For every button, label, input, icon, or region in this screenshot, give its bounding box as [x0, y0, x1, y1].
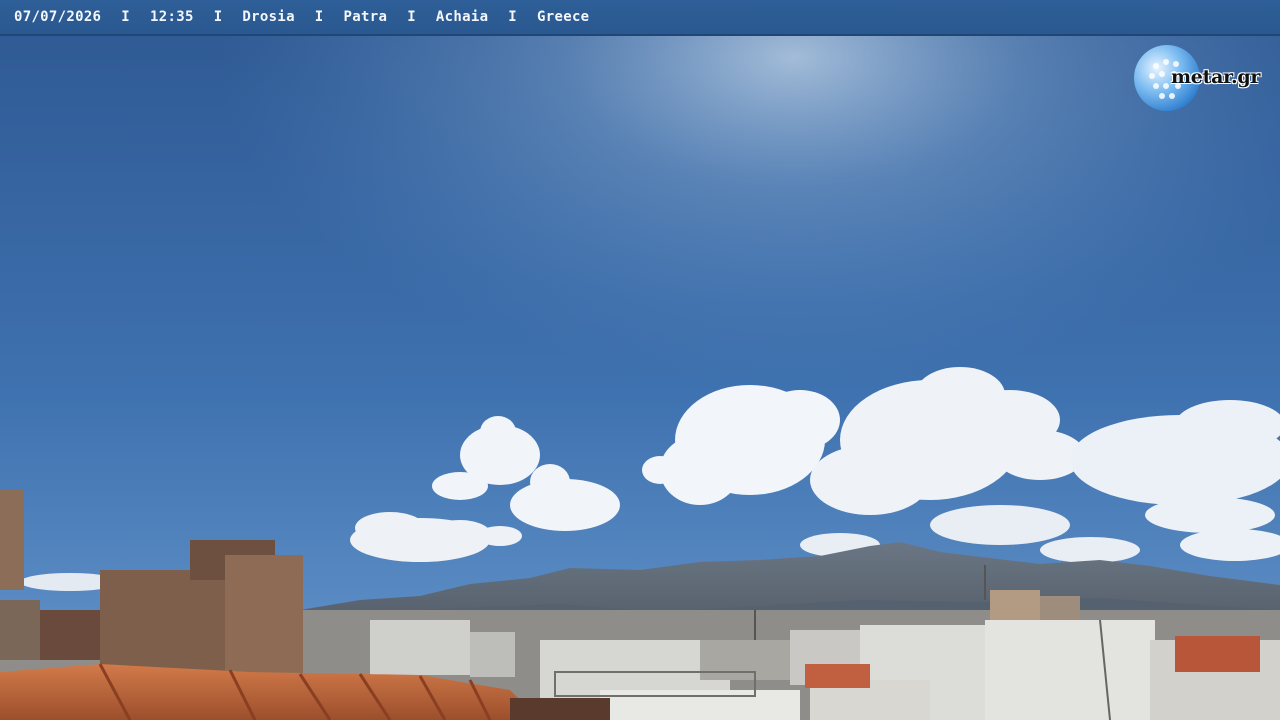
separator: I [314, 9, 324, 25]
time-text: 12:35 [150, 9, 194, 25]
building-block [985, 620, 1155, 720]
building-block [0, 600, 40, 660]
webcam-info-bar: 07/07/2026 I 12:35 I Drosia I Patra I Ac… [0, 0, 1280, 36]
building-block [990, 590, 1040, 620]
separator: I [407, 9, 416, 25]
webcam-scene [0, 0, 1280, 720]
building-block [470, 632, 515, 677]
separator: I [213, 9, 223, 25]
building-block [700, 640, 790, 680]
brick-building-side [225, 555, 303, 680]
logo-text: metar.gr [1171, 66, 1261, 88]
building-block [600, 690, 800, 720]
separator: I [508, 9, 518, 25]
red-roof [805, 664, 870, 688]
separator: I [121, 9, 131, 25]
red-roof [1175, 636, 1260, 672]
building-block [370, 620, 470, 675]
dark-roof-strip [510, 698, 610, 720]
left-tower [0, 490, 24, 590]
country-text: Greece [537, 9, 590, 25]
date-text: 07/07/2026 [14, 9, 102, 25]
area-text: Drosia [242, 9, 295, 25]
city-text: Patra [343, 9, 388, 25]
building-block [1040, 596, 1080, 620]
region-text: Achaia [435, 9, 489, 25]
